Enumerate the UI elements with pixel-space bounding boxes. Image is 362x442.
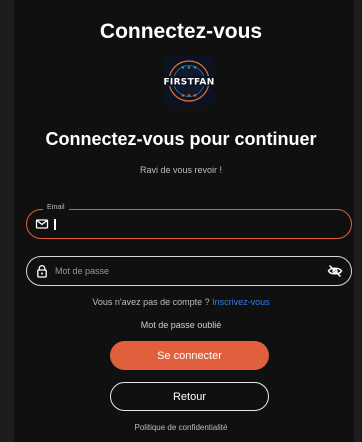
signup-prompt-line: Vous n'avez pas de compte ? Inscrivez-vo… — [0, 297, 362, 307]
privacy-policy-link[interactable]: Politique de confidentialité — [0, 423, 362, 432]
password-field[interactable] — [26, 256, 352, 286]
svg-text:★ ★ ★: ★ ★ ★ — [181, 65, 198, 71]
forgot-password-link[interactable]: Mot de passe oublié — [0, 320, 362, 330]
window-edge-left — [0, 0, 14, 442]
signup-prompt-text: Vous n'avez pas de compte ? — [92, 297, 210, 307]
logo-text: FIRSTFAN — [164, 78, 214, 88]
password-input[interactable] — [55, 263, 315, 279]
login-subtitle: Connectez-vous pour continuer — [45, 129, 317, 149]
firstfan-logo: ★ ★ ★ FIRSTFAN ★ ★ ★ — [164, 56, 214, 106]
email-field[interactable]: Email — [26, 204, 352, 239]
page-title: Connectez-vous — [99, 20, 263, 43]
email-input[interactable] — [55, 216, 315, 232]
svg-text:★ ★ ★: ★ ★ ★ — [181, 93, 198, 99]
email-label: Email — [43, 204, 69, 211]
lock-icon — [35, 264, 49, 278]
back-button[interactable]: Retour — [110, 382, 269, 411]
logo-graphic: ★ ★ ★ FIRSTFAN ★ ★ ★ — [164, 56, 214, 106]
envelope-icon — [35, 217, 49, 231]
login-button[interactable]: Se connecter — [110, 341, 269, 370]
window-edge-right — [354, 0, 362, 442]
eye-off-icon[interactable] — [327, 264, 343, 278]
signup-link[interactable]: Inscrivez-vous — [212, 297, 270, 307]
welcome-text: Ravi de vous revoir ! — [139, 165, 223, 175]
